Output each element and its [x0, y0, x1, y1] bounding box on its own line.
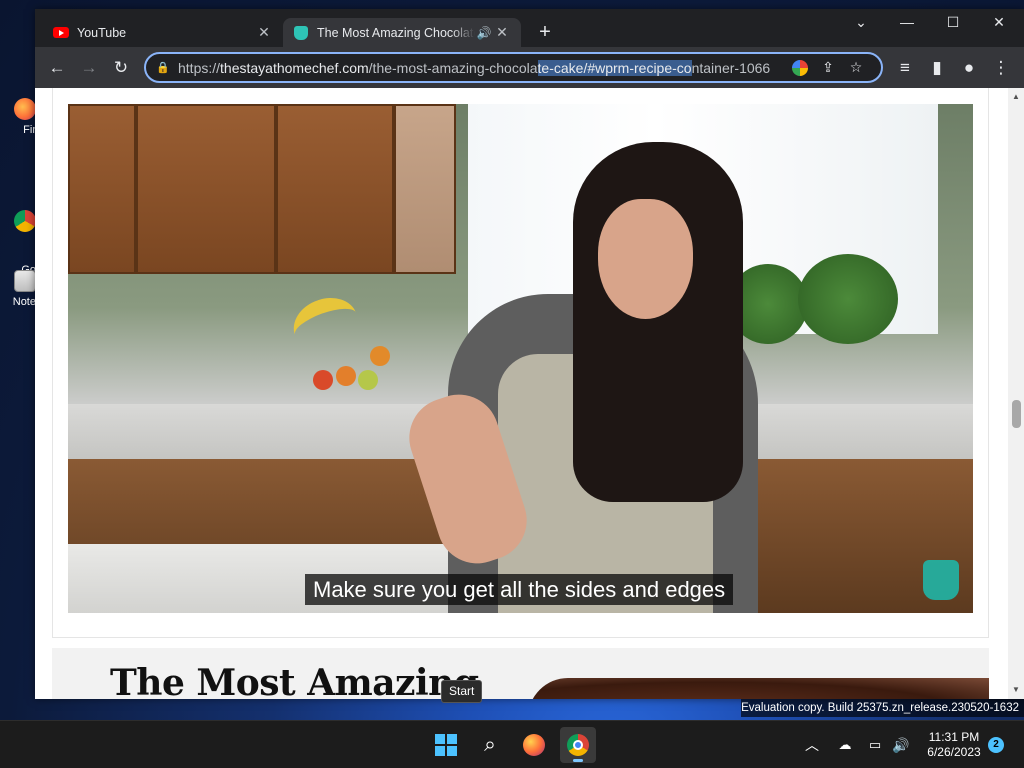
url-path-rest: ntainer-1066 [691, 59, 771, 76]
browser-toolbar: ← → ↻ 🔒 https://thestayathomechef.com/th… [35, 47, 1024, 88]
page-content: Make sure you get all the sides and edge… [35, 88, 1024, 699]
start-button[interactable] [428, 727, 464, 763]
network-icon[interactable]: ▭ [864, 721, 886, 768]
cabinet [276, 104, 394, 274]
desktop-icon-label: Note [12, 296, 36, 308]
share-icon[interactable]: ⇪ [814, 59, 842, 76]
person-face [598, 199, 693, 319]
fruit [313, 370, 333, 390]
minimize-button[interactable]: — [884, 9, 930, 41]
bookmark-star-icon[interactable]: ☆ [842, 59, 870, 76]
url-scheme: https:// [178, 59, 221, 76]
tab-close-button[interactable]: ✕ [255, 24, 273, 41]
cabinet [68, 104, 136, 274]
tab-title: The Most Amazing Chocolate [317, 25, 475, 40]
tab-search-button[interactable]: ⌄ [838, 9, 884, 41]
forward-button[interactable]: → [76, 55, 102, 81]
notification-badge[interactable]: 2 [988, 737, 1004, 753]
menu-icon[interactable]: ⋮ [988, 55, 1014, 81]
lock-icon[interactable]: 🔒 [156, 61, 178, 74]
firefox-icon [523, 734, 545, 756]
reload-button[interactable]: ↻ [108, 55, 134, 81]
recipe-header: The Most Amazing [52, 648, 989, 699]
address-bar[interactable]: 🔒 https://thestayathomechef.com/the-most… [144, 52, 883, 83]
tab-strip: YouTube ✕ The Most Amazing Chocolate 🔊 ✕… [35, 9, 1024, 47]
back-button[interactable]: ← [44, 55, 70, 81]
url-host: thestayathomechef.com [220, 59, 369, 76]
desktop-icon-firefox[interactable]: Fir [0, 98, 36, 137]
new-tab-button[interactable]: + [533, 21, 557, 45]
scroll-down-icon[interactable]: ▼ [1008, 683, 1024, 697]
recipe-title: The Most Amazing [110, 662, 479, 699]
close-window-button[interactable]: ✕ [976, 9, 1022, 41]
system-clock[interactable]: 11:31 PM 6/26/2023 [918, 730, 990, 760]
scroll-up-icon[interactable]: ▲ [1008, 90, 1024, 104]
url-path: /the-most-amazing-chocola [368, 59, 538, 76]
clock-time: 11:31 PM [928, 730, 980, 744]
audio-playing-icon[interactable]: 🔊 [475, 26, 493, 40]
profile-icon[interactable]: ● [956, 55, 982, 81]
side-panel-icon[interactable]: ▮ [924, 55, 950, 81]
recipe-video-player[interactable]: Make sure you get all the sides and edge… [68, 104, 973, 613]
evaluation-watermark: Evaluation copy. Build 25375.zn_release.… [741, 699, 1024, 717]
search-icon: ⌕ [484, 733, 496, 756]
youtube-icon [53, 25, 69, 41]
windows-icon [435, 734, 457, 756]
onedrive-icon[interactable]: ☁ [834, 721, 856, 768]
cabinet [136, 104, 276, 274]
fruit [370, 346, 390, 366]
taskbar-chrome[interactable] [560, 727, 596, 763]
volume-icon[interactable]: 🔊 [890, 721, 912, 768]
browser-window: YouTube ✕ The Most Amazing Chocolate 🔊 ✕… [35, 9, 1024, 699]
site-favicon-icon [293, 25, 309, 41]
maximize-button[interactable]: ☐ [930, 9, 976, 41]
desktop-icon-notepad[interactable]: Note [0, 270, 36, 309]
tab-youtube[interactable]: YouTube ✕ [43, 18, 283, 47]
scrollbar-thumb[interactable] [1012, 400, 1021, 428]
google-lens-icon[interactable] [792, 59, 808, 76]
channel-logo-icon [923, 560, 959, 600]
cake-image [528, 678, 989, 699]
desktop-icon-label: Fir [23, 124, 36, 136]
video-caption: Make sure you get all the sides and edge… [305, 574, 734, 605]
fruit [358, 370, 378, 390]
person-hair [573, 142, 743, 502]
tray-overflow-chevron-icon[interactable]: ︿ [800, 721, 824, 768]
plant [798, 254, 898, 344]
tab-title: YouTube [77, 25, 127, 40]
tab-chocolate-cake[interactable]: The Most Amazing Chocolate 🔊 ✕ [283, 18, 521, 47]
page-scrollbar[interactable]: ▲ ▼ [1008, 88, 1024, 699]
taskbar: ⌕ ︿ ☁ ▭ 🔊 11:31 PM 6/26/2023 2 [0, 720, 1024, 768]
notepad-icon [14, 270, 36, 292]
chrome-icon [567, 734, 589, 756]
cabinet [394, 104, 456, 274]
url-text[interactable]: https://thestayathomechef.com/the-most-a… [178, 59, 786, 76]
search-button[interactable]: ⌕ [472, 727, 508, 763]
fruit [336, 366, 356, 386]
taskbar-firefox[interactable] [516, 727, 552, 763]
chrome-icon [14, 210, 36, 232]
start-tooltip: Start [441, 680, 483, 703]
bananas [286, 289, 365, 359]
reading-list-icon[interactable]: ≡ [892, 55, 918, 81]
url-selection: te-cake/#wprm-recipe-co [537, 59, 692, 76]
tab-close-button[interactable]: ✕ [493, 24, 511, 41]
clock-date: 6/26/2023 [927, 745, 981, 759]
firefox-icon [14, 98, 36, 120]
